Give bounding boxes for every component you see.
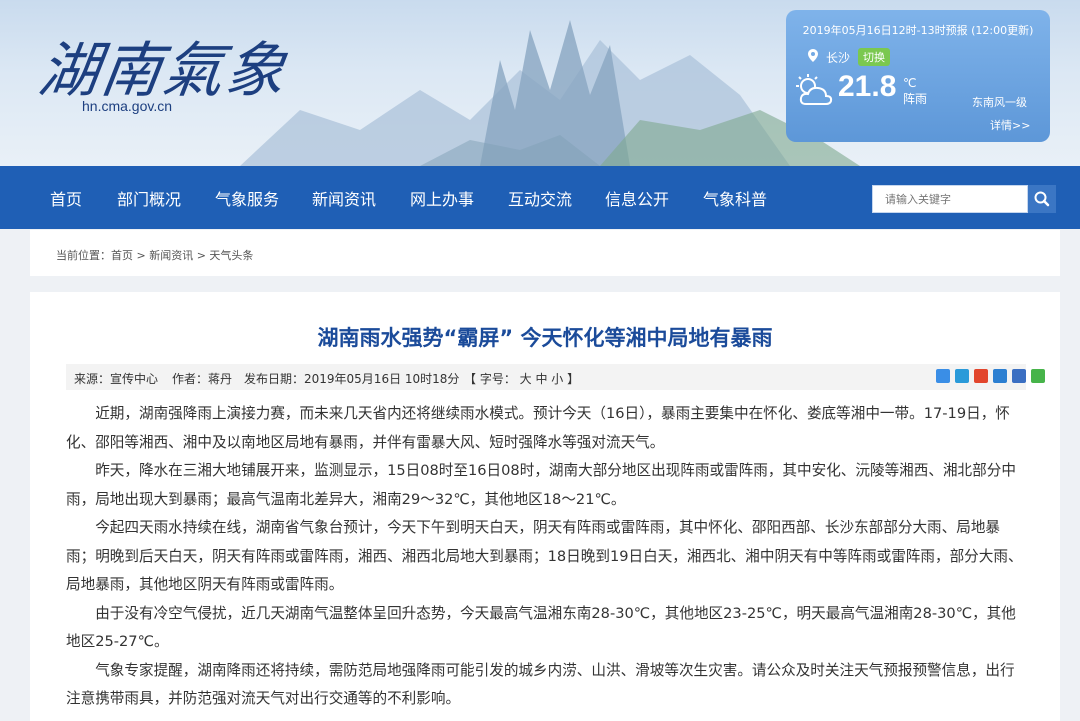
weather-condition: 阵雨 [903, 92, 928, 106]
article-paragraph: 气象专家提醒，湖南降雨还将持续，需防范局地强降雨可能引发的城乡内涝、山洪、滑坡等… [66, 661, 1015, 708]
breadcrumb-text: 当前位置：首页 > 新闻资讯 > 天气头条 [56, 249, 254, 262]
weather-widget: 2019年05月16日12时-13时预报 (12:00更新) 长沙 切换 21.… [786, 10, 1050, 142]
article-title: 湖南雨水强势“霸屏” 今天怀化等湘中局地有暴雨 [317, 326, 773, 350]
share-weibo-icon[interactable] [974, 369, 988, 383]
article-date: 发布日期：2019年05月16日 10时18分 [244, 372, 460, 386]
weather-temperature: 21.8 [838, 70, 897, 103]
weather-temperature-unit: ℃ [903, 76, 917, 90]
site-domain: hn.cma.gov.cn [82, 98, 173, 114]
search-input[interactable] [873, 186, 1025, 210]
share-renren-icon[interactable] [1012, 369, 1026, 383]
share-wechat-icon[interactable] [1031, 369, 1045, 383]
nav-item-about[interactable]: 部门概况 [117, 186, 181, 210]
weather-forecast-time: 2019年05月16日12时-13时预报 (12:00更新) [802, 24, 1034, 37]
article-paragraph: 昨天，降水在三湘大地铺展开来，监测显示，15日08时至16日08时，湖南大部分地… [66, 462, 1016, 508]
search-icon [1034, 191, 1050, 207]
breadcrumb: 当前位置：首页 > 新闻资讯 > 天气头条 [30, 230, 1060, 276]
share-bar [936, 369, 1045, 383]
sun-cloud-icon [794, 74, 836, 112]
font-size-switcher[interactable]: 【 字号： 大 中 小 】 [464, 370, 579, 387]
header-banner: 湖南氣象 hn.cma.gov.cn 2019年05月16日12时-13时预报 … [0, 0, 1080, 166]
article-paragraph: 由于没有冷空气侵扰，近几天湖南气温整体呈回升态势，今天最高气温湘东南28-30℃… [66, 604, 1016, 651]
article-paragraph: 今起四天雨水持续在线，湖南省气象台预计，今天下午到明天白天，阴天有阵雨或雷阵雨，… [66, 519, 1023, 593]
location-pin-icon [808, 49, 818, 65]
nav-item-online[interactable]: 网上办事 [410, 186, 474, 210]
share-tencent-icon[interactable] [993, 369, 1007, 383]
search-box [872, 185, 1028, 213]
article-source: 来源：宣传中心 [74, 372, 159, 386]
nav-item-disclosure[interactable]: 信息公开 [605, 186, 669, 210]
article-body: 近期，湖南强降雨上演接力赛，而未来几天省内还将继续雨水模式。预计今天（16日），… [66, 400, 1026, 714]
weather-details-link[interactable]: 详情>> [990, 117, 1030, 133]
search-button[interactable] [1028, 185, 1056, 213]
weather-city-name: 长沙 [826, 50, 851, 65]
share-plus-icon[interactable] [936, 369, 950, 383]
site-logo[interactable]: 湖南氣象 [34, 22, 294, 109]
switch-city-button[interactable]: 切换 [858, 48, 891, 66]
nav-item-services[interactable]: 气象服务 [215, 186, 279, 210]
share-qzone-icon[interactable] [955, 369, 969, 383]
nav-item-home[interactable]: 首页 [50, 186, 82, 210]
article-paragraph: 近期，湖南强降雨上演接力赛，而未来几天省内还将继续雨水模式。预计今天（16日），… [66, 405, 1010, 451]
article-meta-bar: 来源：宣传中心 作者：蒋丹 发布日期：2019年05月16日 10时18分 【 … [66, 364, 1045, 390]
article-author: 作者：蒋丹 [172, 372, 233, 386]
nav-item-news[interactable]: 新闻资讯 [312, 186, 376, 210]
weather-city: 长沙 切换 [808, 48, 891, 66]
nav-item-interaction[interactable]: 互动交流 [508, 186, 572, 210]
nav-item-science[interactable]: 气象科普 [703, 186, 767, 210]
article-card: 湖南雨水强势“霸屏” 今天怀化等湘中局地有暴雨 来源：宣传中心 作者：蒋丹 发布… [30, 292, 1060, 721]
weather-wind: 东南风一级 [972, 96, 1027, 109]
